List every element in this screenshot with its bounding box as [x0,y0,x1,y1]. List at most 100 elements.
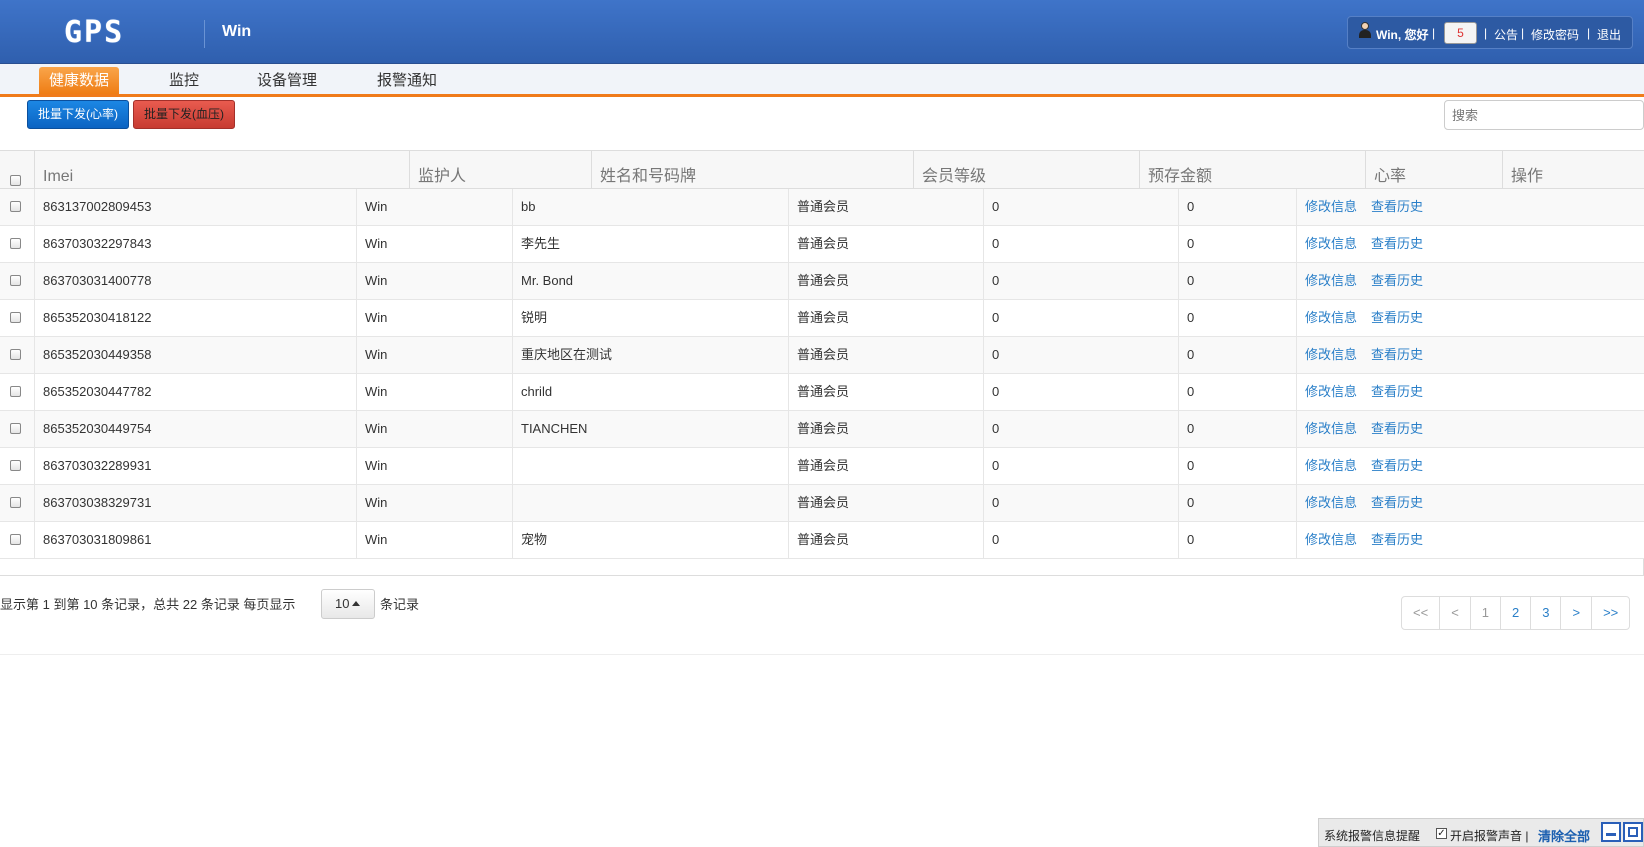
page-2-button[interactable]: 2 [1500,597,1530,629]
first-page-button[interactable]: << [1402,597,1439,629]
cell-imei: 863137002809453 [34,189,356,225]
row-checkbox[interactable] [10,201,21,212]
cell-actions: 修改信息 查看历史 [1296,411,1644,447]
user-greeting: Win, 您好 [1376,28,1429,42]
row-checkbox[interactable] [10,349,21,360]
cell-guardian: Win [356,411,512,447]
view-history-link[interactable]: 查看历史 [1371,495,1423,510]
table-row: 863703038329731 Win 普通会员 0 0 修改信息 查看历史 [0,485,1644,522]
column-header-member-level[interactable]: 会员等级 [913,151,1139,188]
cell-name: 重庆地区在测试 [512,337,788,373]
page-size-dropdown[interactable]: 10 [321,589,375,619]
cell-name: bb [512,189,788,225]
last-page-button[interactable]: >> [1591,597,1629,629]
page-size-value: 10 [335,596,350,611]
cell-actions: 修改信息 查看历史 [1296,189,1644,225]
cell-name: TIANCHEN [512,411,788,447]
cell-heart-rate: 0 [1178,189,1296,225]
view-history-link[interactable]: 查看历史 [1371,458,1423,473]
top-header: GPS Win Win, 您好 | 5 | 公告 | 修改密码 | 退出 [0,0,1644,64]
cell-member-level: 普通会员 [788,448,983,484]
tab-alarm-notification[interactable]: 报警通知 [377,67,437,94]
maximize-icon[interactable] [1623,822,1643,842]
column-header-guardian[interactable]: 监护人 [409,151,591,188]
cell-balance: 0 [983,448,1178,484]
cell-guardian: Win [356,448,512,484]
cell-guardian: Win [356,337,512,373]
view-history-link[interactable]: 查看历史 [1371,273,1423,288]
minimize-icon[interactable] [1601,822,1621,842]
edit-info-link[interactable]: 修改信息 [1305,199,1357,214]
clear-all-button[interactable]: 清除全部 [1538,826,1590,845]
cell-balance: 0 [983,485,1178,521]
cell-balance: 0 [983,300,1178,336]
cell-member-level: 普通会员 [788,226,983,262]
alarm-sound-label: 开启报警声音 | [1450,829,1529,843]
cell-name: Mr. Bond [512,263,788,299]
select-all-checkbox[interactable] [10,175,21,186]
next-page-button[interactable]: > [1560,597,1591,629]
view-history-link[interactable]: 查看历史 [1371,347,1423,362]
notification-count-badge[interactable]: 5 [1444,22,1477,44]
edit-info-link[interactable]: 修改信息 [1305,273,1357,288]
view-history-link[interactable]: 查看历史 [1371,199,1423,214]
edit-info-link[interactable]: 修改信息 [1305,236,1357,251]
cell-name: 李先生 [512,226,788,262]
view-history-link[interactable]: 查看历史 [1371,310,1423,325]
view-history-link[interactable]: 查看历史 [1371,532,1423,547]
logout-link[interactable]: 退出 [1597,26,1621,43]
page-1-button[interactable]: 1 [1469,597,1500,629]
row-checkbox[interactable] [10,238,21,249]
column-header-actions: 操作 [1502,151,1644,188]
page-3-button[interactable]: 3 [1530,597,1560,629]
view-history-link[interactable]: 查看历史 [1371,384,1423,399]
announcement-link[interactable]: 公告 [1494,26,1518,43]
tab-health-data[interactable]: 健康数据 [39,67,120,94]
table-row: 863703032289931 Win 普通会员 0 0 修改信息 查看历史 [0,448,1644,485]
column-header-name-plate[interactable]: 姓名和号码牌 [591,151,913,188]
row-checkbox[interactable] [10,386,21,397]
cell-name: chrild [512,374,788,410]
batch-heart-rate-button[interactable]: 批量下发(心率) [27,100,129,129]
cell-member-level: 普通会员 [788,411,983,447]
cell-heart-rate: 0 [1178,485,1296,521]
prev-page-button[interactable]: < [1439,597,1470,629]
cell-guardian: Win [356,522,512,558]
cell-member-level: 普通会员 [788,300,983,336]
view-history-link[interactable]: 查看历史 [1371,421,1423,436]
row-checkbox[interactable] [10,312,21,323]
cell-name [512,485,788,521]
column-header-imei[interactable]: Imei [34,151,409,188]
alarm-sound-checkbox[interactable]: ✓ [1436,828,1447,839]
view-history-link[interactable]: 查看历史 [1371,236,1423,251]
batch-blood-pressure-button[interactable]: 批量下发(血压) [133,100,235,129]
tab-device-management[interactable]: 设备管理 [257,67,317,94]
user-avatar-icon [1358,22,1372,38]
edit-info-link[interactable]: 修改信息 [1305,458,1357,473]
edit-info-link[interactable]: 修改信息 [1305,384,1357,399]
column-header-heart-rate[interactable]: 心率 [1365,151,1502,188]
cell-imei: 863703031809861 [34,522,356,558]
cell-member-level: 普通会员 [788,522,983,558]
column-header-balance[interactable]: 预存金额 [1139,151,1365,188]
cell-imei: 863703032289931 [34,448,356,484]
row-checkbox[interactable] [10,275,21,286]
edit-info-link[interactable]: 修改信息 [1305,532,1357,547]
row-checkbox[interactable] [10,423,21,434]
edit-info-link[interactable]: 修改信息 [1305,310,1357,325]
alarm-bar-title: 系统报警信息提醒 [1324,829,1421,843]
search-input[interactable] [1444,100,1644,130]
change-password-link[interactable]: 修改密码 [1531,26,1579,43]
cell-actions: 修改信息 查看历史 [1296,485,1644,521]
cell-balance: 0 [983,374,1178,410]
edit-info-link[interactable]: 修改信息 [1305,495,1357,510]
row-checkbox[interactable] [10,534,21,545]
pagination-info-text: 显示第 1 到第 10 条记录，总共 22 条记录 每页显示 [0,597,296,612]
edit-info-link[interactable]: 修改信息 [1305,347,1357,362]
tab-monitor[interactable]: 监控 [169,67,199,94]
cell-heart-rate: 0 [1178,226,1296,262]
edit-info-link[interactable]: 修改信息 [1305,421,1357,436]
row-checkbox[interactable] [10,497,21,508]
cell-imei: 863703038329731 [34,485,356,521]
row-checkbox[interactable] [10,460,21,471]
